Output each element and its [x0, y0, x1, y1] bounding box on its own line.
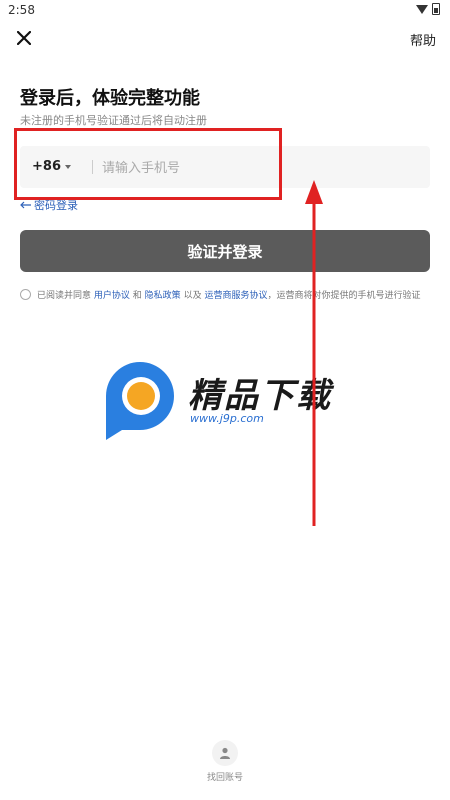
recover-account[interactable]: 找回账号 [205, 740, 245, 783]
help-link[interactable]: 帮助 [410, 30, 436, 49]
password-login-label: 密码登录 [34, 199, 78, 212]
close-button[interactable] [12, 26, 36, 50]
status-time: 2:58 [8, 3, 35, 17]
arrow-left-icon [20, 201, 31, 209]
annotation-highlight-box [14, 128, 282, 200]
agreement-checkbox[interactable] [20, 289, 31, 300]
agreement-prefix: 已阅读并同意 [37, 291, 92, 301]
carrier-agreement-link[interactable]: 运营商服务协议 [204, 288, 267, 301]
user-recover-icon[interactable] [212, 740, 238, 766]
recover-account-label: 找回账号 [206, 773, 243, 783]
page-title: 登录后，体验完整功能 [20, 88, 200, 109]
close-icon [17, 31, 31, 45]
status-bar: 2:58 [0, 0, 450, 20]
watermark-logo-icon [106, 362, 174, 440]
password-login-link[interactable]: 密码登录 [20, 197, 78, 213]
agreement-also: 以及 [183, 291, 202, 301]
agreement-row: 已阅读并同意 用户协议 和 隐私政策 以及 运营商服务协议 ，运营商将对你提供的… [20, 288, 440, 301]
status-icons [416, 3, 440, 15]
watermark-url: www.j9p.com [190, 412, 264, 425]
agreement-and: 和 [132, 291, 142, 301]
wifi-icon [416, 4, 428, 14]
privacy-policy-link[interactable]: 隐私政策 [145, 288, 181, 301]
agreement-suffix: ，运营商将对你提供的手机号进行验证 [267, 291, 421, 301]
page-subtitle: 未注册的手机号验证通过后将自动注册 [20, 114, 207, 127]
user-agreement-link[interactable]: 用户协议 [94, 288, 130, 301]
verify-login-button[interactable]: 验证并登录 [20, 230, 430, 272]
battery-icon [432, 3, 440, 15]
annotation-arrow [305, 180, 323, 526]
